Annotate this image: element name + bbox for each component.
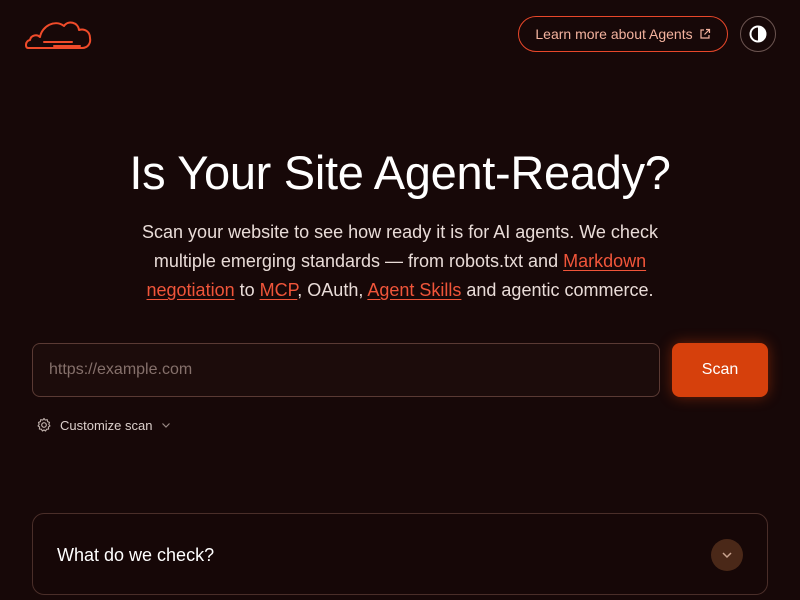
desc-text-4: and agentic commerce.: [461, 280, 654, 300]
mcp-link[interactable]: MCP: [260, 280, 298, 300]
accordion-title: What do we check?: [57, 545, 215, 565]
accordion-chevron-down-icon: [711, 539, 743, 571]
learn-more-label: Learn more about Agents: [535, 26, 693, 42]
hero-description: Scan your website to see how ready it is…: [130, 218, 670, 305]
gear-icon: [36, 417, 52, 433]
page: Learn more about Agents Is Your Site Age…: [0, 0, 800, 600]
desc-text-2: to: [234, 280, 260, 300]
scan-button[interactable]: Scan: [672, 343, 768, 397]
contrast-icon: [749, 25, 767, 43]
agent-skills-link[interactable]: Agent Skills: [367, 280, 461, 300]
cloudflare-logo[interactable]: [24, 17, 92, 51]
what-do-we-check-accordion[interactable]: What do we check?: [32, 513, 768, 595]
chevron-down-icon: [160, 419, 172, 431]
page-title: Is Your Site Agent-Ready?: [129, 146, 671, 199]
external-link-icon: [699, 28, 711, 40]
theme-toggle-button[interactable]: [740, 16, 776, 52]
url-input[interactable]: [32, 343, 660, 397]
cloud-logo-icon: [24, 21, 92, 49]
desc-text-3: , OAuth,: [297, 280, 368, 300]
customize-scan-toggle[interactable]: Customize scan: [36, 416, 172, 434]
learn-more-agents-link[interactable]: Learn more about Agents: [518, 16, 728, 52]
customize-scan-label: Customize scan: [60, 417, 153, 433]
